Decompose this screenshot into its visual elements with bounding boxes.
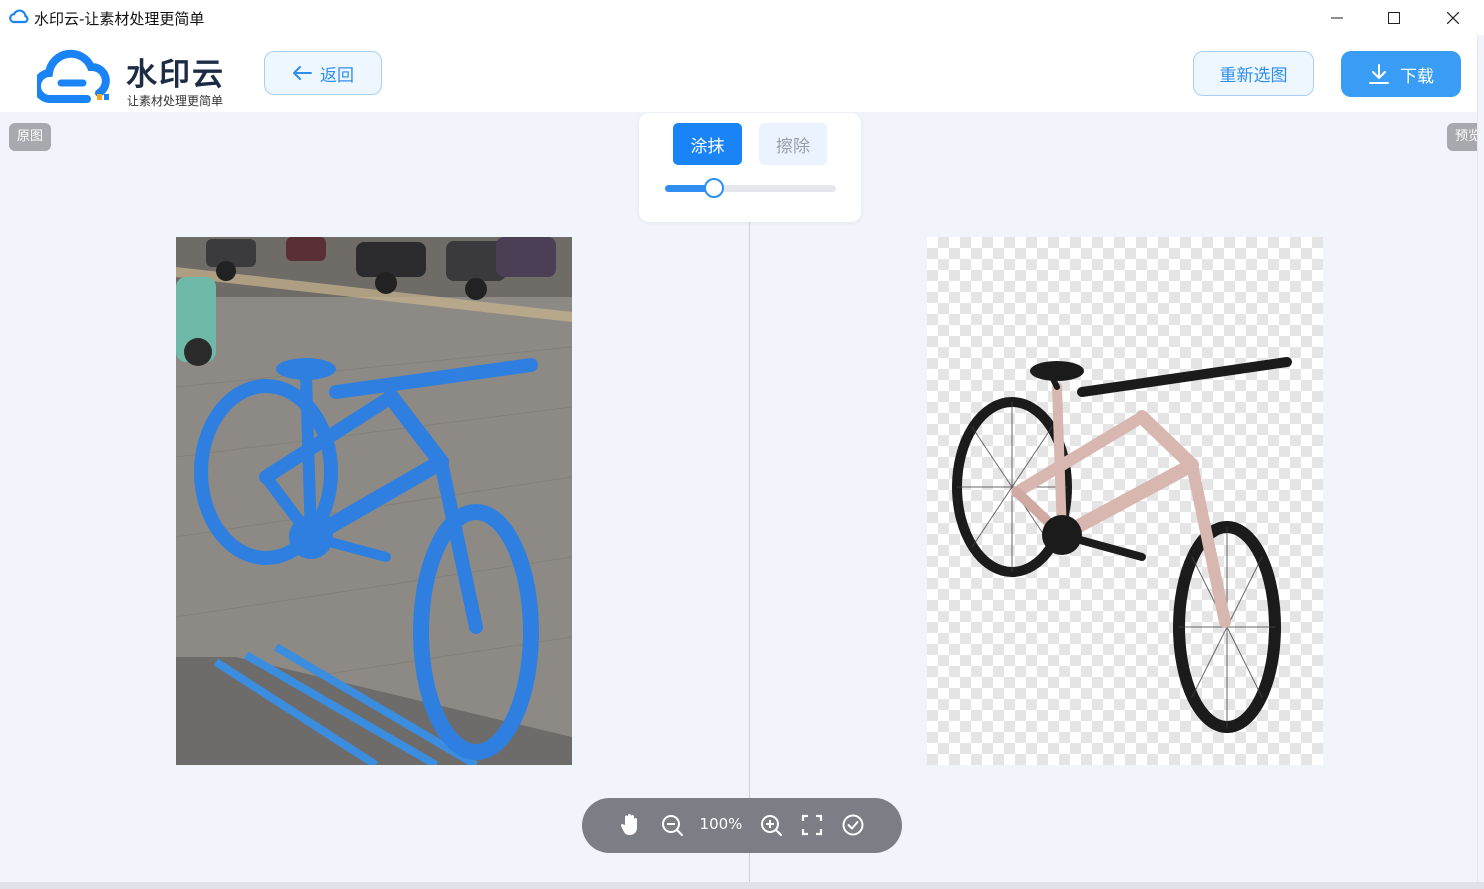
horizontal-scrollbar[interactable]	[0, 882, 1484, 889]
original-photo	[176, 237, 572, 765]
logo-cloud-icon	[37, 49, 110, 104]
window-titlebar: 水印云-让素材处理更简单	[0, 0, 1484, 35]
download-button-label: 下载	[1400, 66, 1434, 87]
preview-cutout	[952, 357, 1292, 733]
brush-size-handle[interactable]	[703, 178, 724, 198]
erase-mode-button[interactable]: 擦除	[759, 123, 827, 165]
app-cloud-icon	[9, 9, 29, 24]
download-button[interactable]: 下载	[1341, 51, 1461, 97]
brand-slogan: 让素材处理更简单	[127, 94, 224, 108]
zoom-level: 100%	[699, 815, 743, 833]
minimize-button[interactable]	[1314, 0, 1360, 35]
back-button[interactable]: 返回	[264, 51, 382, 95]
fullscreen-button[interactable]	[799, 812, 825, 838]
download-icon	[1369, 64, 1389, 84]
confirm-button[interactable]	[840, 812, 866, 838]
logo: 水印云 让素材处理更简单	[37, 45, 237, 108]
app-header: 水印云 让素材处理更简单 返回 重新选图 下载	[0, 35, 1484, 112]
maximize-button[interactable]	[1371, 0, 1417, 35]
vertical-scrollbar[interactable]	[1477, 35, 1484, 882]
fullscreen-icon	[801, 814, 823, 836]
close-icon	[1447, 11, 1459, 24]
check-circle-icon	[842, 814, 864, 836]
zoom-in-icon	[761, 815, 782, 836]
reselect-image-button[interactable]: 重新选图	[1193, 51, 1314, 96]
original-image[interactable]	[176, 237, 572, 765]
back-button-label: 返回	[320, 65, 354, 86]
close-window-button[interactable]	[1430, 0, 1476, 35]
reselect-button-label: 重新选图	[1219, 66, 1288, 86]
hand-icon	[620, 814, 637, 835]
minimize-icon	[1331, 17, 1343, 18]
brush-size-slider[interactable]	[665, 178, 836, 198]
compare-divider[interactable]	[749, 222, 750, 889]
preview-image[interactable]	[927, 237, 1323, 765]
maximize-icon	[1388, 11, 1400, 24]
brush-panel: 涂抹 擦除	[639, 113, 861, 222]
zoom-in-button[interactable]	[758, 812, 784, 838]
brand-name: 水印云	[126, 57, 225, 93]
original-image-tag: 原图	[9, 123, 52, 151]
window-title: 水印云-让素材处理更简单	[34, 10, 205, 28]
zoom-toolbar: 100%	[582, 798, 902, 853]
hand-tool-button[interactable]	[617, 812, 643, 838]
arrow-left-icon	[293, 66, 312, 80]
paint-mode-button[interactable]: 涂抹	[673, 123, 742, 165]
zoom-out-button[interactable]	[659, 812, 685, 838]
zoom-out-icon	[662, 815, 683, 836]
